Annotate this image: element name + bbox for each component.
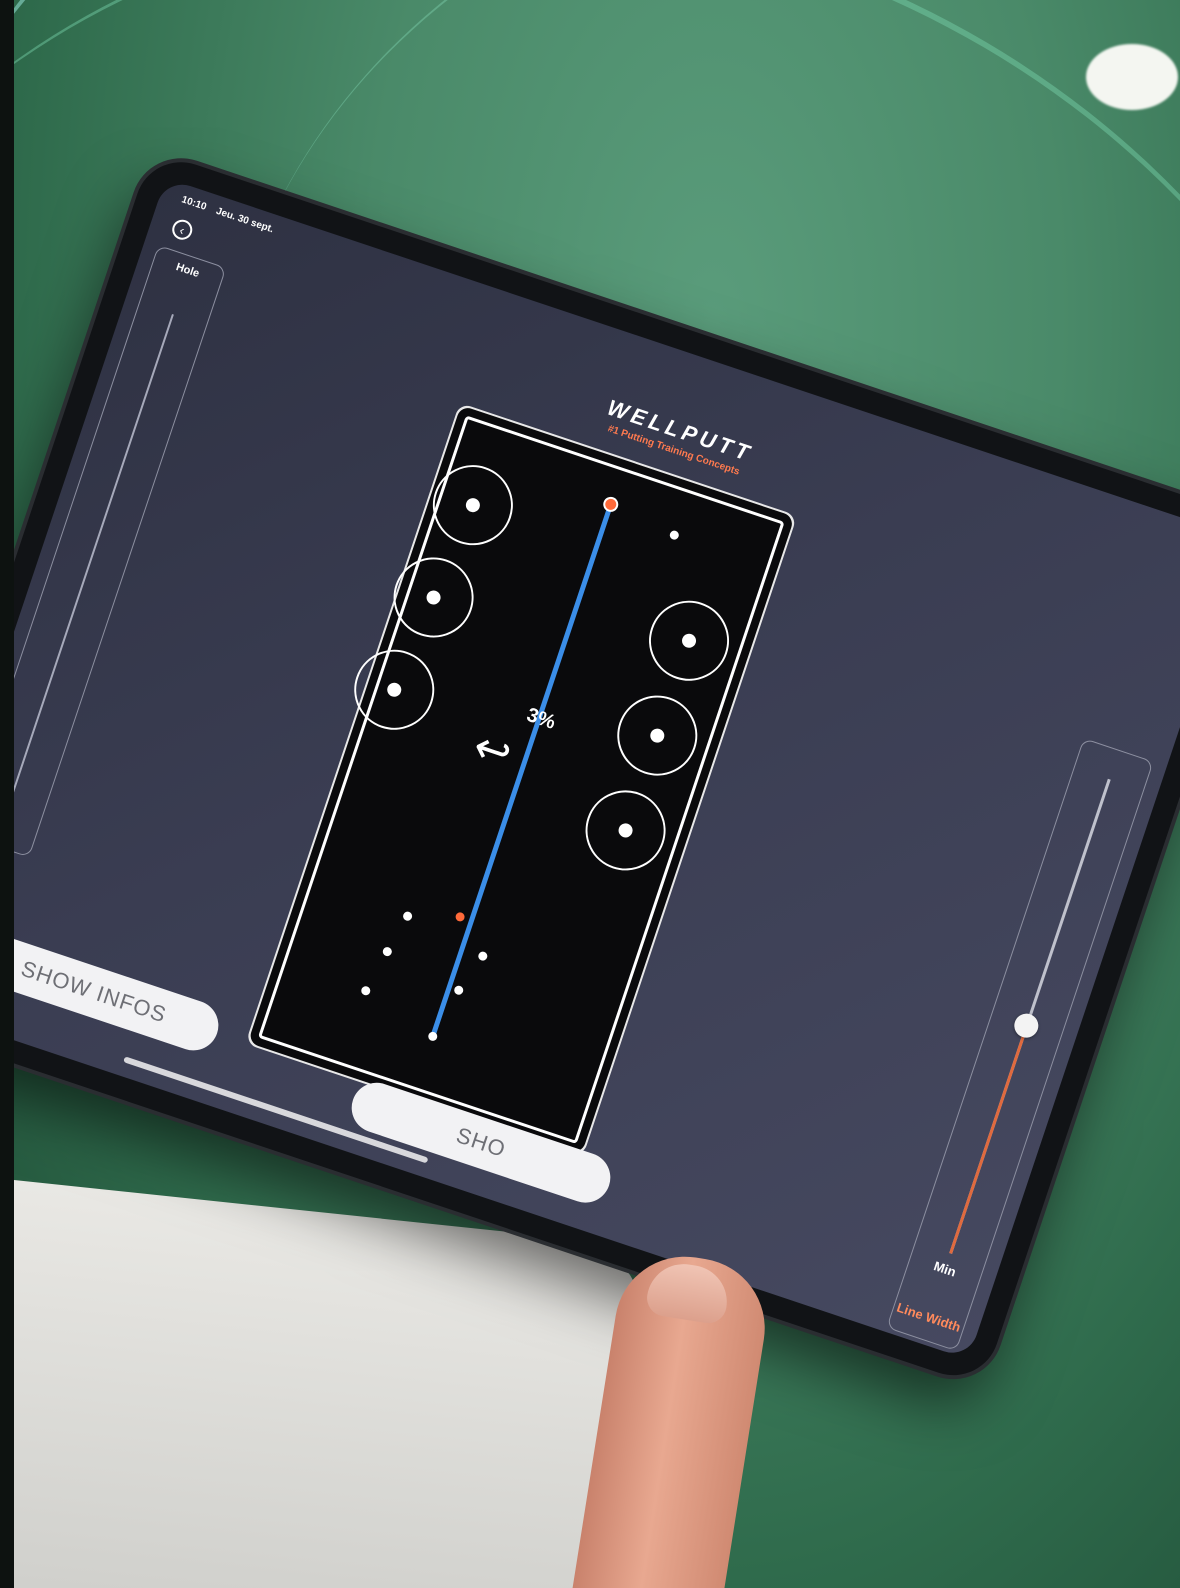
ball-marker-dot — [454, 911, 466, 923]
target-ring — [422, 454, 524, 556]
line-width-label: Line Width — [894, 1299, 963, 1335]
target-dot — [424, 588, 443, 607]
ball-marker-dot — [360, 985, 372, 997]
target-ring — [574, 779, 677, 882]
show-infos-button[interactable]: SHOW INFOS — [14, 927, 226, 1058]
status-bar: 10:10 Jeu. 30 sept. — [180, 194, 282, 238]
target-dot — [648, 726, 667, 745]
golf-hole-cup — [1086, 44, 1178, 110]
target-dot — [680, 631, 698, 650]
target-dot — [464, 496, 482, 515]
ball-marker-dot — [427, 1030, 439, 1043]
break-arrow-icon: ↩ — [467, 721, 518, 780]
target-ring — [638, 590, 740, 692]
line-width-slider-fill — [949, 1025, 1029, 1254]
target-dot — [616, 821, 635, 840]
putting-mat: 3% ↩ — [257, 415, 785, 1145]
line-width-slider-thumb[interactable] — [1011, 1010, 1042, 1041]
target-ring — [606, 684, 708, 787]
ball-marker-dot — [477, 950, 489, 962]
slope-percent: 3% — [523, 703, 559, 734]
target-ring — [382, 546, 485, 649]
ball-marker-dot — [401, 910, 414, 922]
back-button[interactable]: ‹ — [169, 217, 195, 243]
aim-target-marker[interactable] — [601, 494, 621, 514]
target-dot — [385, 680, 404, 699]
photo-scene: 10:10 Jeu. 30 sept. ‹ Hole WELLPUTT #1 P… — [14, 0, 1180, 1588]
ball-marker-dot — [453, 984, 465, 996]
chevron-left-icon: ‹ — [177, 222, 187, 238]
status-time: 10:10 — [180, 194, 208, 213]
fingernail — [644, 1258, 733, 1326]
target-ring — [343, 639, 445, 741]
marker-dot — [668, 529, 680, 541]
ball-marker-dot — [381, 945, 394, 958]
slider-min-label: Min — [931, 1258, 958, 1280]
status-date: Jeu. 30 sept. — [214, 205, 275, 236]
